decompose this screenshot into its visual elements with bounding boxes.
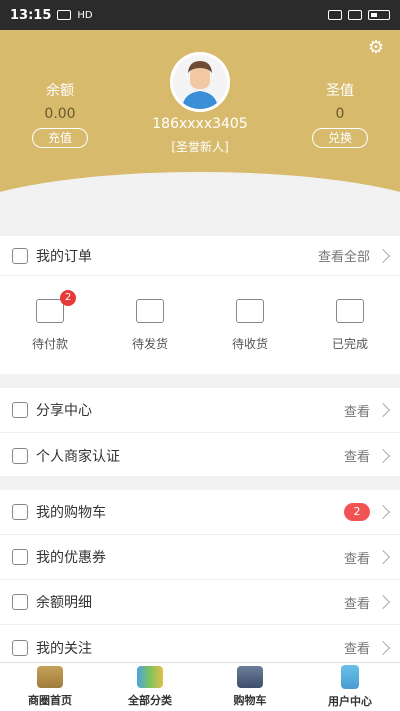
row-action[interactable]: 查看 <box>344 446 370 465</box>
clipboard-icon <box>12 447 28 464</box>
order-pending-shipment[interactable]: 待发货 <box>100 276 200 374</box>
status-time: 13:15 <box>10 7 52 23</box>
alarm-icon <box>348 10 362 20</box>
chevron-right-icon <box>375 640 391 655</box>
chevron-right-icon <box>375 594 391 610</box>
pending-payment-badge: 2 <box>60 290 76 306</box>
status-left-icons: HD <box>57 9 93 21</box>
basket-icon <box>237 666 263 688</box>
box-icon <box>136 298 164 323</box>
cart-icon <box>12 504 28 520</box>
order-status-label: 待发货 <box>131 336 168 351</box>
points-stat: 圣值 0 兑换 <box>300 80 380 148</box>
avatar[interactable] <box>170 52 230 112</box>
order-status-grid: 2 待付款 待发货 待收货 已完成 <box>0 276 400 374</box>
row-label: 我的优惠券 <box>36 550 106 566</box>
medal-icon <box>341 665 359 689</box>
status-bar: 13:15 HD <box>0 0 400 30</box>
chevron-right-icon <box>375 504 391 520</box>
row-action[interactable]: 查看 <box>344 548 370 567</box>
profile-header: ⚙ 余额 0.00 充值 186xxxx3405 [圣誉新人] 圣值 0 兑换 <box>0 30 400 222</box>
row-action[interactable]: 查看 <box>344 401 370 420</box>
merchant-cert-row[interactable]: 个人商家认证 查看 <box>0 433 400 478</box>
balance-details-row[interactable]: 余额明细 查看 <box>0 580 400 625</box>
balance-label: 余额 <box>46 83 74 99</box>
row-label: 我的关注 <box>36 640 92 657</box>
chevron-right-icon <box>375 402 391 418</box>
chevron-right-icon <box>375 448 391 463</box>
hd-label: HD <box>77 9 93 21</box>
vibrate-icon <box>328 10 342 20</box>
truck-icon <box>236 298 264 323</box>
tab-cart[interactable]: 购物车 <box>200 663 300 711</box>
coupon-icon <box>12 549 28 565</box>
tab-categories[interactable]: 全部分类 <box>100 663 200 711</box>
view-all-orders[interactable]: 查看全部 <box>318 246 370 265</box>
settings-gear-icon[interactable]: ⚙ <box>366 38 386 58</box>
tab-label: 用户中心 <box>328 695 372 708</box>
tab-user-center[interactable]: 用户中心 <box>300 663 400 711</box>
avatar-person-icon <box>173 55 227 109</box>
orders-title: 我的订单 <box>36 248 92 265</box>
chevron-right-icon <box>375 248 391 263</box>
tab-label: 全部分类 <box>128 694 172 707</box>
order-status-label: 待付款 <box>31 336 68 351</box>
points-value: 0 <box>335 106 345 122</box>
wallet-icon <box>36 298 64 323</box>
status-right-icons <box>328 10 390 20</box>
share-center-row[interactable]: 分享中心 查看 <box>0 388 400 433</box>
tab-home[interactable]: 商圈首页 <box>0 663 100 711</box>
row-action[interactable]: 查看 <box>344 638 370 657</box>
puzzle-icon <box>137 666 163 688</box>
tab-label: 商圈首页 <box>28 694 72 707</box>
signal-icon <box>57 10 72 20</box>
order-status-label: 已完成 <box>331 336 368 351</box>
orders-card: 我的订单 查看全部 2 待付款 待发货 待收货 已完成 <box>0 236 400 374</box>
cart-count-badge: 2 <box>344 503 370 521</box>
order-status-label: 待收货 <box>231 336 268 351</box>
battery-icon <box>368 10 390 20</box>
chevron-right-icon <box>375 549 391 565</box>
row-label: 余额明细 <box>36 595 92 611</box>
cart-card: 我的购物车 2 我的优惠券 查看 余额明细 查看 我的关注 查看 <box>0 490 400 672</box>
row-label: 个人商家认证 <box>36 448 120 465</box>
shop-icon <box>37 666 63 688</box>
bottom-tab-bar: 商圈首页 全部分类 购物车 用户中心 <box>0 662 400 711</box>
order-pending-payment[interactable]: 2 待付款 <box>0 276 100 374</box>
star-icon <box>12 639 28 656</box>
tab-label: 购物车 <box>233 694 267 707</box>
my-coupons-row[interactable]: 我的优惠券 查看 <box>0 535 400 580</box>
plug-icon <box>336 298 364 323</box>
order-pending-receipt[interactable]: 待收货 <box>200 276 300 374</box>
row-action[interactable]: 查看 <box>344 593 370 612</box>
order-completed[interactable]: 已完成 <box>300 276 400 374</box>
share-card: 分享中心 查看 个人商家认证 查看 <box>0 388 400 476</box>
orders-header[interactable]: 我的订单 查看全部 <box>0 236 400 276</box>
points-label: 圣值 <box>326 83 354 99</box>
list-icon <box>12 247 28 264</box>
my-cart-row[interactable]: 我的购物车 2 <box>0 490 400 535</box>
exchange-button[interactable]: 兑换 <box>312 128 368 148</box>
share-icon <box>12 402 28 418</box>
moneybag-icon <box>12 594 28 610</box>
row-label: 我的购物车 <box>36 505 106 521</box>
row-label: 分享中心 <box>36 403 92 419</box>
